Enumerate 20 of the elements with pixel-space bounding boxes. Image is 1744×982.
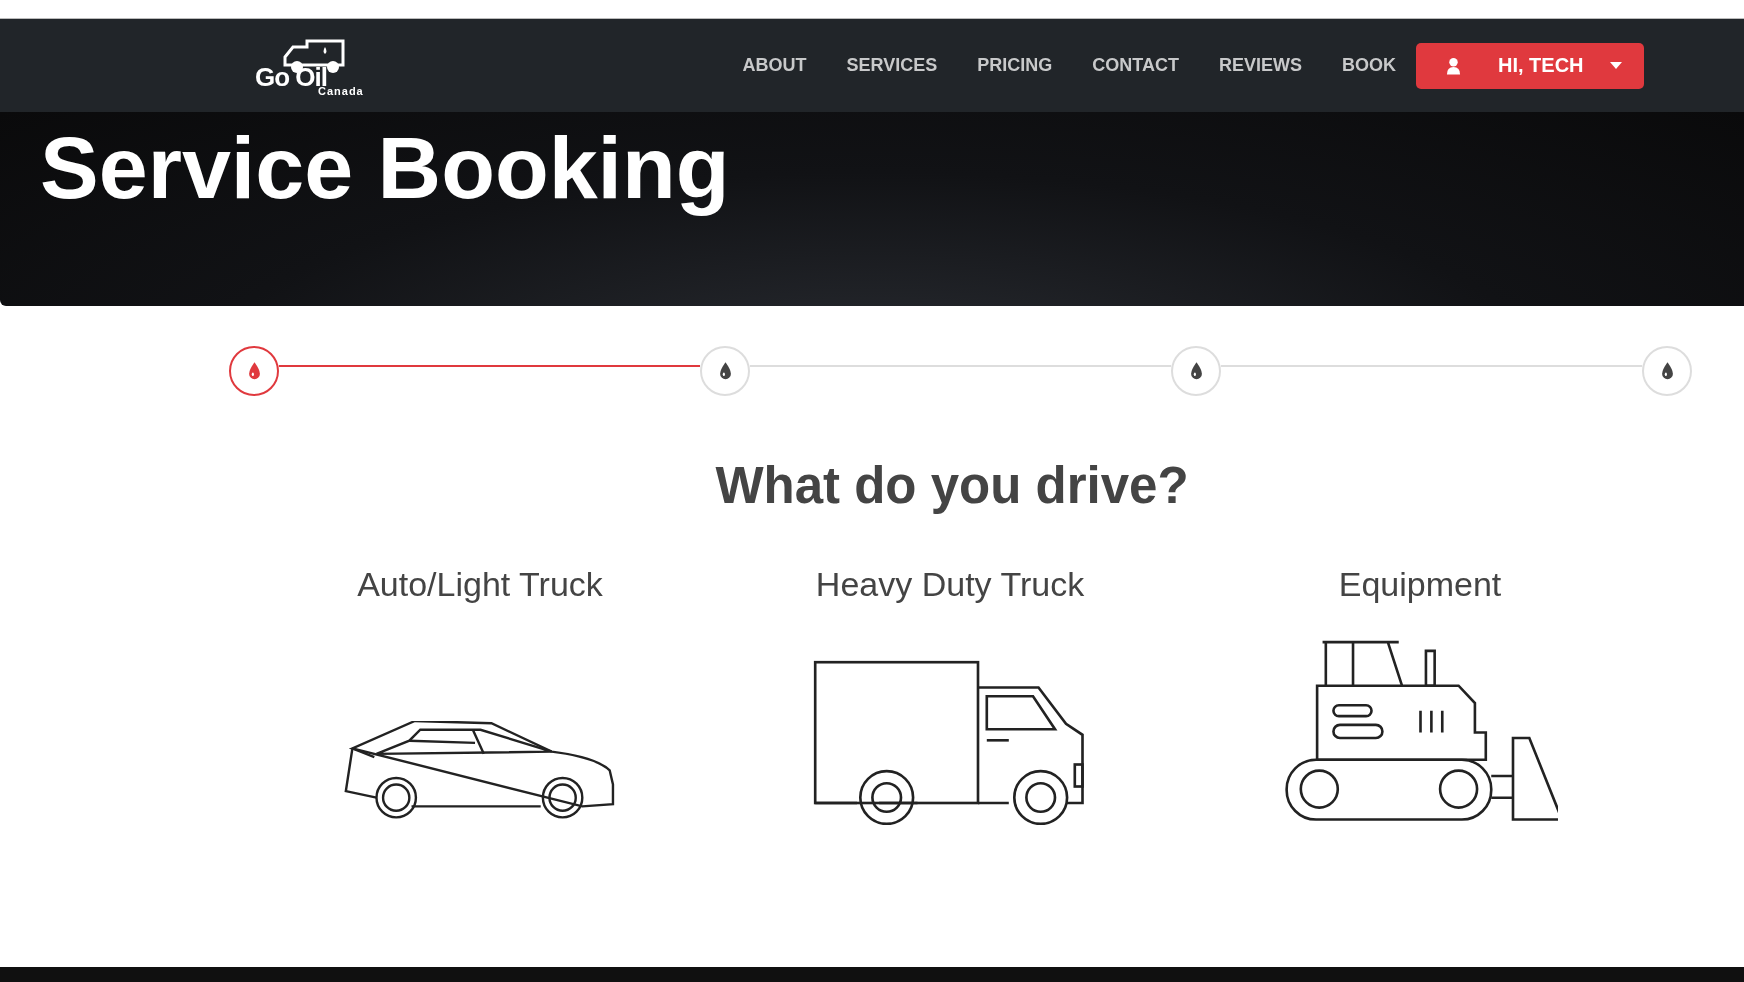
nav-link[interactable]: PRICING — [977, 55, 1053, 76]
vehicle-label[interactable]: Equipment — [1338, 565, 1502, 604]
caret-icon — [1610, 62, 1622, 69]
oil-drop-icon — [1189, 362, 1203, 380]
nav-link[interactable]: REVIEWS — [1219, 55, 1302, 76]
nav-link[interactable]: ABOUT — [742, 55, 807, 76]
nav-link[interactable]: BOOK — [1342, 55, 1396, 76]
oil-drop-icon — [718, 362, 732, 380]
nav-link[interactable]: SERVICES — [846, 55, 938, 76]
vehicle-label[interactable]: Heavy Duty Truck — [815, 565, 1085, 604]
oil-drop-icon — [1660, 362, 1674, 380]
logo[interactable]: Go OilCanada — [255, 33, 375, 98]
user-icon — [1446, 56, 1461, 75]
nav-link[interactable]: CONTACT — [1092, 55, 1179, 76]
vehicle-label[interactable]: Auto/Light Truck — [357, 565, 603, 604]
step-indicator[interactable] — [229, 346, 279, 396]
section-heading: What do you drive? — [714, 456, 1190, 515]
user-menu-button[interactable]: HI, TECH — [1416, 42, 1644, 89]
page-title: Service Booking — [39, 117, 731, 217]
oil-drop-icon — [247, 362, 261, 380]
